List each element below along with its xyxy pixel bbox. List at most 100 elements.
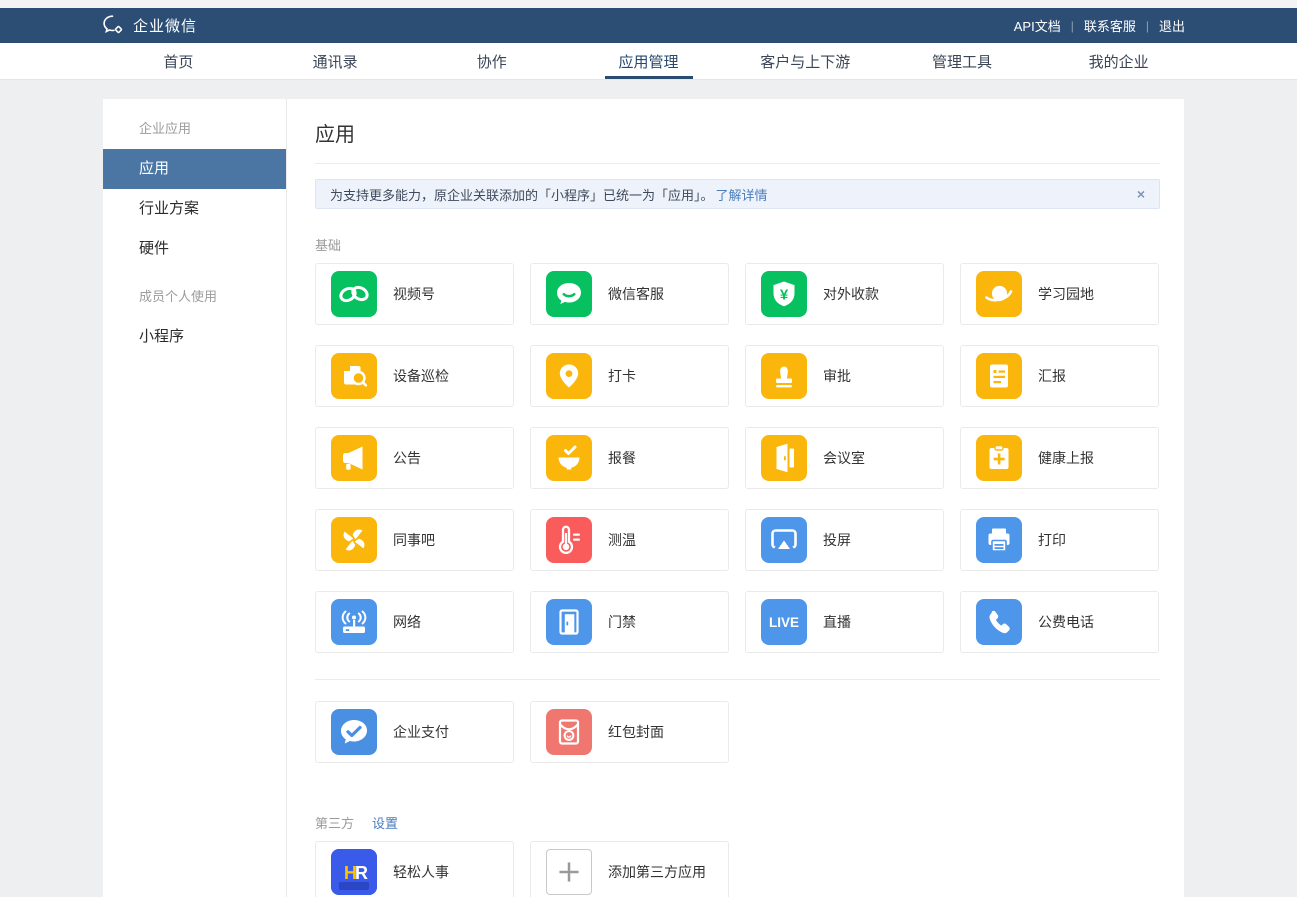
- app-name: 健康上报: [1038, 448, 1094, 468]
- app-name: 企业支付: [393, 722, 449, 742]
- app-card-门禁[interactable]: 门禁: [530, 591, 729, 653]
- app-card-健康上报[interactable]: 健康上报: [960, 427, 1159, 489]
- nav-tab-协作[interactable]: 协作: [413, 43, 570, 79]
- app-card-测温[interactable]: 测温: [530, 509, 729, 571]
- sidebar-group: 成员个人使用小程序: [103, 277, 286, 357]
- app-name: 汇报: [1038, 366, 1066, 386]
- app-card-公费电话[interactable]: 公费电话: [960, 591, 1159, 653]
- app-card-视频号[interactable]: 视频号: [315, 263, 514, 325]
- app-name: 公告: [393, 448, 421, 468]
- section-title: 第三方: [315, 813, 354, 832]
- door-open-icon: [761, 435, 807, 481]
- planet-icon: [976, 271, 1022, 317]
- topbar-link-3[interactable]: 退出: [1159, 16, 1185, 35]
- app-name: 报餐: [608, 448, 636, 468]
- app-card-轻松人事[interactable]: HR轻松人事: [315, 841, 514, 897]
- app-logo[interactable]: 企业微信: [103, 15, 197, 36]
- nav-tab-客户与上下游[interactable]: 客户与上下游: [727, 43, 884, 79]
- app-card-学习园地[interactable]: 学习园地: [960, 263, 1159, 325]
- pinwheel-icon: [331, 517, 377, 563]
- video-channels-icon: [331, 271, 377, 317]
- app-card-对外收款[interactable]: ¥ 对外收款: [745, 263, 944, 325]
- printer-icon: [976, 517, 1022, 563]
- app-name: 网络: [393, 612, 421, 632]
- sidebar-group: 企业应用应用行业方案硬件: [103, 109, 286, 269]
- app-name: 门禁: [608, 612, 636, 632]
- svg-text:¥: ¥: [780, 287, 789, 304]
- app-card-直播[interactable]: LIVE直播: [745, 591, 944, 653]
- app-name: 打印: [1038, 530, 1066, 550]
- app-grid: 企业支付 红包封面: [315, 701, 1160, 763]
- device-inspect-icon: [331, 353, 377, 399]
- topbar: 企业微信 API文档|联系客服|退出: [0, 8, 1297, 43]
- app-name: 添加第三方应用: [608, 862, 706, 882]
- page-background: 企业应用应用行业方案硬件成员个人使用小程序 应用 为支持更多能力，原企业关联添加…: [0, 80, 1297, 897]
- shield-yuan-icon: ¥: [761, 271, 807, 317]
- nav-tab-管理工具[interactable]: 管理工具: [884, 43, 1041, 79]
- app-name: 设备巡检: [393, 366, 449, 386]
- app-name: 红包封面: [608, 722, 664, 742]
- sidebar: 企业应用应用行业方案硬件成员个人使用小程序: [103, 99, 287, 897]
- app-card-设备巡检[interactable]: 设备巡检: [315, 345, 514, 407]
- app-card-添加第三方应用[interactable]: 添加第三方应用: [530, 841, 729, 897]
- app-card-审批[interactable]: 审批: [745, 345, 944, 407]
- app-card-报餐[interactable]: 报餐: [530, 427, 729, 489]
- app-name: 学习园地: [1038, 284, 1094, 304]
- app-name: 审批: [823, 366, 851, 386]
- phone-icon: [976, 599, 1022, 645]
- app-name: 对外收款: [823, 284, 879, 304]
- sidebar-item-应用[interactable]: 应用: [103, 149, 286, 189]
- section-label: 基础: [315, 235, 1160, 254]
- app-name: 会议室: [823, 448, 865, 468]
- app-card-公告[interactable]: 公告: [315, 427, 514, 489]
- app-sections: 基础视频号 微信客服 ¥ 对外收款 学习园地设备巡检 打卡 审批 汇报公告 报餐 会议室 健康上报同…: [315, 235, 1160, 897]
- nav-tab-我的企业[interactable]: 我的企业: [1040, 43, 1197, 79]
- topbar-link-1[interactable]: API文档: [1014, 16, 1061, 35]
- page-title: 应用: [315, 99, 1160, 164]
- app-card-汇报[interactable]: 汇报: [960, 345, 1159, 407]
- app-card-会议室[interactable]: 会议室: [745, 427, 944, 489]
- nav-tab-应用管理[interactable]: 应用管理: [570, 43, 727, 79]
- app-grid: 视频号 微信客服 ¥ 对外收款 学习园地设备巡检 打卡 审批 汇报公告 报餐 会议室 健康上报同事吧…: [315, 263, 1160, 653]
- section-settings-link[interactable]: 设置: [372, 813, 398, 832]
- topbar-separator: |: [1071, 19, 1074, 33]
- app-name: 打卡: [608, 366, 636, 386]
- svg-text:LIVE: LIVE: [769, 615, 799, 630]
- app-name: 微信客服: [608, 284, 664, 304]
- nav-tab-通讯录[interactable]: 通讯录: [257, 43, 414, 79]
- section-label: 第三方设置: [315, 813, 1160, 832]
- main-panel: 应用 为支持更多能力，原企业关联添加的「小程序」已统一为「应用」。了解详情 × …: [287, 99, 1184, 897]
- screen-cast-icon: [761, 517, 807, 563]
- door-access-icon: [546, 599, 592, 645]
- megaphone-icon: [331, 435, 377, 481]
- app-card-网络[interactable]: 网络: [315, 591, 514, 653]
- wecom-bubble-icon: [103, 15, 126, 36]
- sidebar-item-行业方案[interactable]: 行业方案: [103, 189, 286, 229]
- app-name: 同事吧: [393, 530, 435, 550]
- clipboard-plus-icon: [976, 435, 1022, 481]
- app-card-投屏[interactable]: 投屏: [745, 509, 944, 571]
- sidebar-item-小程序[interactable]: 小程序: [103, 317, 286, 357]
- content-card: 企业应用应用行业方案硬件成员个人使用小程序 应用 为支持更多能力，原企业关联添加…: [103, 99, 1184, 897]
- router-wifi-icon: [331, 599, 377, 645]
- app-card-打卡[interactable]: 打卡: [530, 345, 729, 407]
- app-card-打印[interactable]: 打印: [960, 509, 1159, 571]
- chat-bubble-icon: [546, 271, 592, 317]
- app-name: 公费电话: [1038, 612, 1094, 632]
- app-card-企业支付[interactable]: 企业支付: [315, 701, 514, 763]
- nav-tab-首页[interactable]: 首页: [100, 43, 257, 79]
- topbar-link-2[interactable]: 联系客服: [1084, 16, 1136, 35]
- location-pin-icon: [546, 353, 592, 399]
- red-packet-icon: [546, 709, 592, 755]
- app-card-红包封面[interactable]: 红包封面: [530, 701, 729, 763]
- app-name: 测温: [608, 530, 636, 550]
- sidebar-item-硬件[interactable]: 硬件: [103, 229, 286, 269]
- notice-banner: 为支持更多能力，原企业关联添加的「小程序」已统一为「应用」。了解详情 ×: [315, 179, 1160, 209]
- banner-learn-more-link[interactable]: 了解详情: [716, 185, 768, 204]
- sidebar-group-header: 成员个人使用: [103, 277, 286, 317]
- thermometer-icon: [546, 517, 592, 563]
- banner-close-icon[interactable]: ×: [1137, 186, 1145, 202]
- app-card-微信客服[interactable]: 微信客服: [530, 263, 729, 325]
- app-card-同事吧[interactable]: 同事吧: [315, 509, 514, 571]
- top-strip: [0, 0, 1297, 8]
